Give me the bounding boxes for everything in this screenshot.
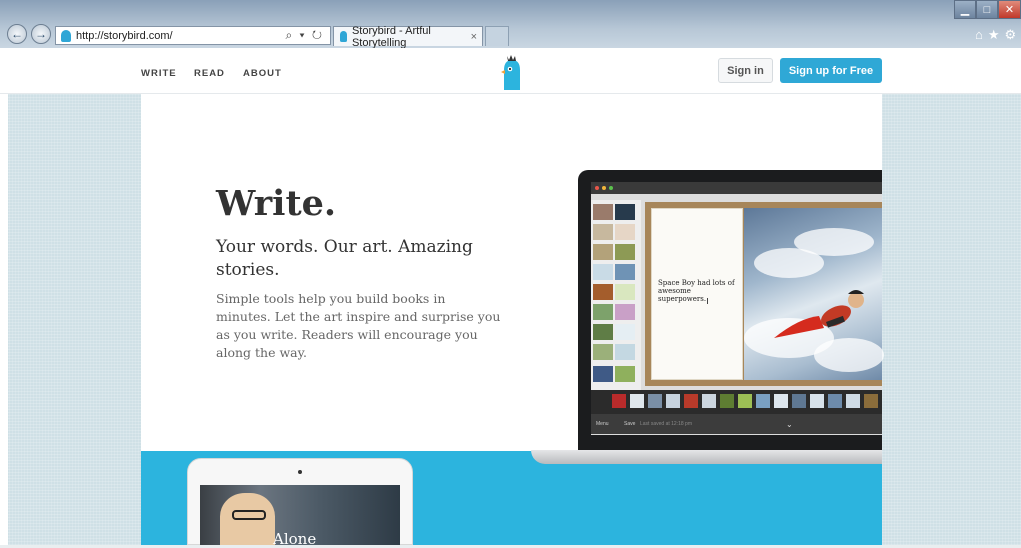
maximize-button[interactable]: □: [976, 0, 998, 19]
toolbar-status: Last saved at 12:18 pm: [640, 421, 692, 427]
tab-title: Storybird - Artful Storytelling: [351, 24, 431, 49]
sign-up-button[interactable]: Sign up for Free: [780, 58, 882, 83]
toolbar-menu[interactable]: Menu: [596, 421, 609, 427]
storybird-favicon-icon: [61, 29, 71, 42]
text-cursor: [707, 298, 708, 304]
toolbar-save[interactable]: Save: [624, 421, 635, 427]
browser-tab[interactable]: Storybird - Artful Storytelling ×: [333, 24, 483, 49]
art-thumbnails: [591, 200, 641, 390]
forward-button[interactable]: →: [31, 24, 51, 44]
storybird-logo-icon[interactable]: [498, 54, 526, 90]
hero-body: Simple tools help you build books in min…: [216, 291, 501, 360]
back-arrow-icon: ←: [11, 27, 23, 41]
tab-favicon-icon: [340, 31, 347, 42]
hero-headline: Write.: [216, 183, 337, 224]
address-url: http://storybird.com/: [76, 29, 173, 42]
flying-boy-illustration: [774, 290, 864, 338]
site-header: WRITE READ ABOUT Sign in Sign up for Fre…: [0, 48, 1021, 94]
glasses-illustration: [232, 510, 266, 520]
nav-about[interactable]: ABOUT: [243, 68, 282, 79]
book-page-text: Space Boy had lots of awesome superpower…: [658, 279, 735, 303]
tablet-book-title: Alone: [273, 530, 317, 548]
minimize-button[interactable]: ▁: [954, 0, 976, 19]
nav-read[interactable]: READ: [194, 68, 225, 79]
address-bar[interactable]: http://storybird.com/ ⌕ ▾ ↻: [55, 26, 331, 45]
chevron-down-icon[interactable]: ⌄: [786, 420, 793, 429]
hero-subhead: Your words. Our art. Amazing stories.: [216, 237, 473, 280]
new-tab-button[interactable]: [485, 26, 509, 46]
home-favorites-settings-icons[interactable]: ⌂★⚙: [975, 27, 1021, 43]
back-button[interactable]: ←: [7, 24, 27, 44]
tab-close-icon[interactable]: ×: [471, 31, 477, 43]
laptop-base: [531, 450, 882, 464]
close-window-button[interactable]: ✕: [998, 0, 1021, 19]
screen-titlebar: [591, 182, 882, 194]
book-illustration: [744, 208, 884, 380]
window-dots: [595, 186, 613, 190]
search-refresh-icons[interactable]: ⌕ ▾ ↻: [285, 28, 330, 43]
tablet-camera: [298, 470, 302, 474]
nav-write[interactable]: WRITE: [141, 68, 177, 79]
forward-arrow-icon: →: [35, 27, 47, 41]
sign-in-button[interactable]: Sign in: [718, 58, 773, 83]
left-strip: [0, 94, 8, 545]
